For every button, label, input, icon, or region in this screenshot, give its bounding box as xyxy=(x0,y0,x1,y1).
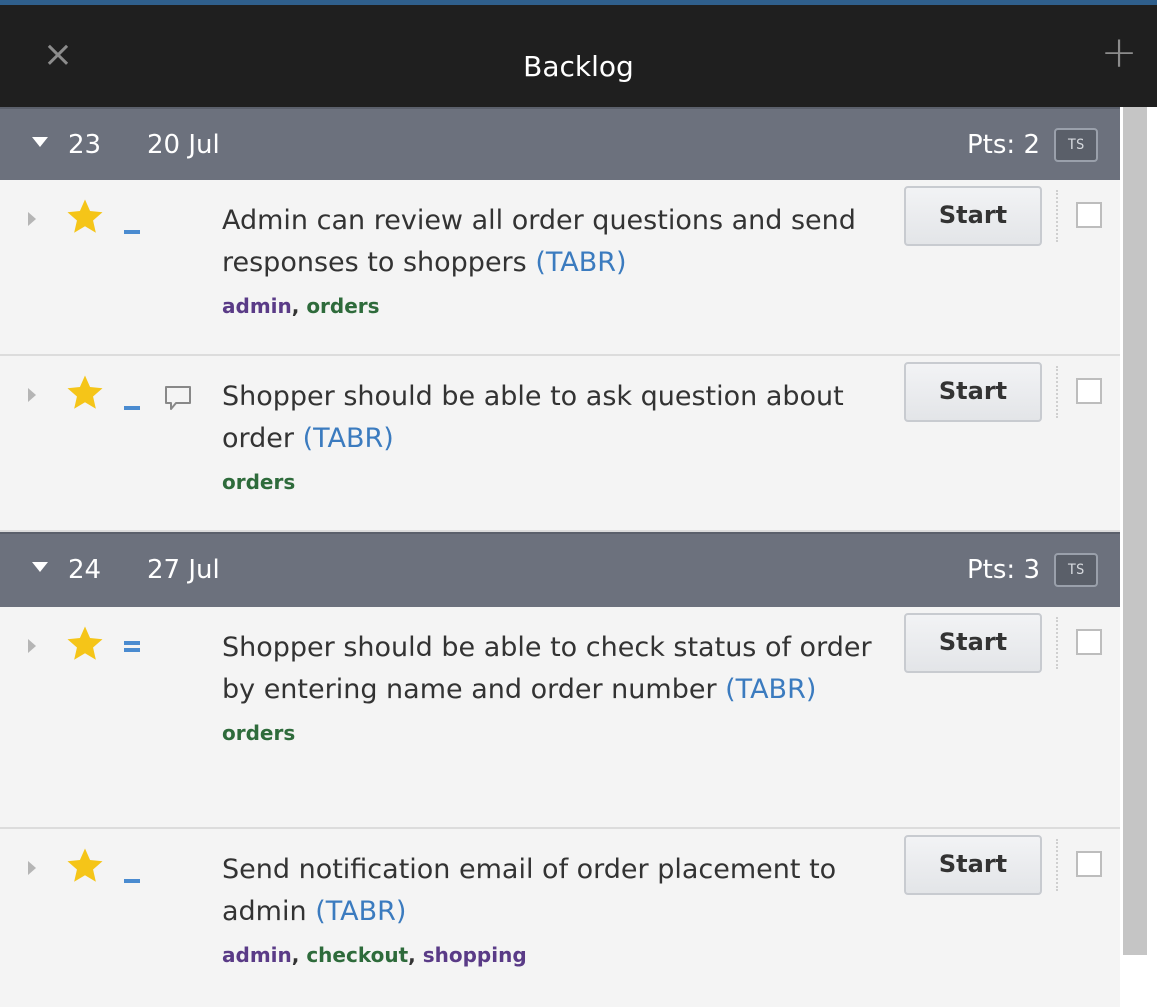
collapse-caret-icon[interactable] xyxy=(32,562,48,572)
project-link[interactable]: (TABR) xyxy=(315,896,406,927)
iteration-number: 24 xyxy=(68,555,102,585)
label-orders[interactable]: orders xyxy=(222,470,295,494)
estimate-icon[interactable] xyxy=(124,879,140,886)
select-checkbox[interactable] xyxy=(1076,378,1102,404)
expand-story-icon[interactable] xyxy=(28,861,36,875)
project-link[interactable]: (TABR) xyxy=(535,247,626,278)
collapse-caret-icon[interactable] xyxy=(32,137,48,147)
feature-star-icon xyxy=(67,199,103,233)
expand-story-icon[interactable] xyxy=(28,639,36,653)
story-row[interactable]: Shopper should be able to ask question a… xyxy=(0,356,1120,532)
scrollbar-thumb[interactable] xyxy=(1123,107,1147,955)
label-admin[interactable]: admin xyxy=(222,943,292,967)
project-link[interactable]: (TABR) xyxy=(303,423,394,454)
panel-header: × Backlog + xyxy=(0,5,1157,107)
select-checkbox[interactable] xyxy=(1076,202,1102,228)
story-labels: orders xyxy=(222,717,902,749)
story-content: Shopper should be able to ask question a… xyxy=(222,376,902,498)
comment-icon xyxy=(165,386,191,410)
iteration-date: 27 Jul xyxy=(147,555,220,585)
team-strength-button[interactable]: TS xyxy=(1054,553,1098,587)
start-button[interactable]: Start xyxy=(904,362,1042,422)
label-shopping[interactable]: shopping xyxy=(423,943,527,967)
story-labels: admin, checkout, shopping xyxy=(222,943,527,967)
start-button[interactable]: Start xyxy=(904,186,1042,246)
estimate-icon[interactable] xyxy=(124,406,140,413)
select-checkbox[interactable] xyxy=(1076,629,1102,655)
story-content: Send notification email of order placeme… xyxy=(222,849,902,971)
project-link[interactable]: (TABR) xyxy=(725,674,816,705)
iteration-points: Pts: 2 xyxy=(967,130,1040,160)
select-checkbox[interactable] xyxy=(1076,851,1102,877)
divider xyxy=(1056,366,1058,418)
label-admin[interactable]: admin xyxy=(222,294,292,318)
story-row[interactable]: Shopper should be able to check status o… xyxy=(0,607,1120,829)
estimate-icon[interactable] xyxy=(124,641,140,652)
story-row[interactable]: Send notification email of order placeme… xyxy=(0,829,1120,1007)
panel-title: Backlog xyxy=(523,50,634,83)
feature-star-icon xyxy=(67,626,103,660)
start-button[interactable]: Start xyxy=(904,835,1042,895)
iteration-points: Pts: 3 xyxy=(967,555,1040,585)
scrollbar[interactable] xyxy=(1120,107,1157,1007)
label-orders[interactable]: orders xyxy=(222,721,295,745)
expand-story-icon[interactable] xyxy=(28,212,36,226)
iteration-header[interactable]: 24 27 Jul Pts: 3 TS xyxy=(0,532,1120,607)
story-content: Shopper should be able to check status o… xyxy=(222,627,902,749)
divider xyxy=(1056,617,1058,669)
estimate-icon[interactable] xyxy=(124,230,140,237)
story-labels: admin, orders xyxy=(222,294,380,318)
story-row[interactable]: Admin can review all order questions and… xyxy=(0,180,1120,356)
add-story-icon[interactable]: + xyxy=(1097,31,1141,75)
label-orders[interactable]: orders xyxy=(306,294,379,318)
iteration-date: 20 Jul xyxy=(147,130,220,160)
iteration-number: 23 xyxy=(68,130,102,160)
feature-star-icon xyxy=(67,375,103,409)
divider xyxy=(1056,839,1058,891)
start-button[interactable]: Start xyxy=(904,613,1042,673)
expand-story-icon[interactable] xyxy=(28,388,36,402)
story-labels: orders xyxy=(222,466,902,498)
iteration-header[interactable]: 23 20 Jul Pts: 2 TS xyxy=(0,107,1120,180)
backlog-list: 23 20 Jul Pts: 2 TS Admin can review all… xyxy=(0,107,1120,1007)
team-strength-button[interactable]: TS xyxy=(1054,128,1098,162)
story-content: Admin can review all order questions and… xyxy=(222,200,902,322)
label-checkout[interactable]: checkout xyxy=(306,943,408,967)
divider xyxy=(1056,190,1058,242)
feature-star-icon xyxy=(67,848,103,882)
